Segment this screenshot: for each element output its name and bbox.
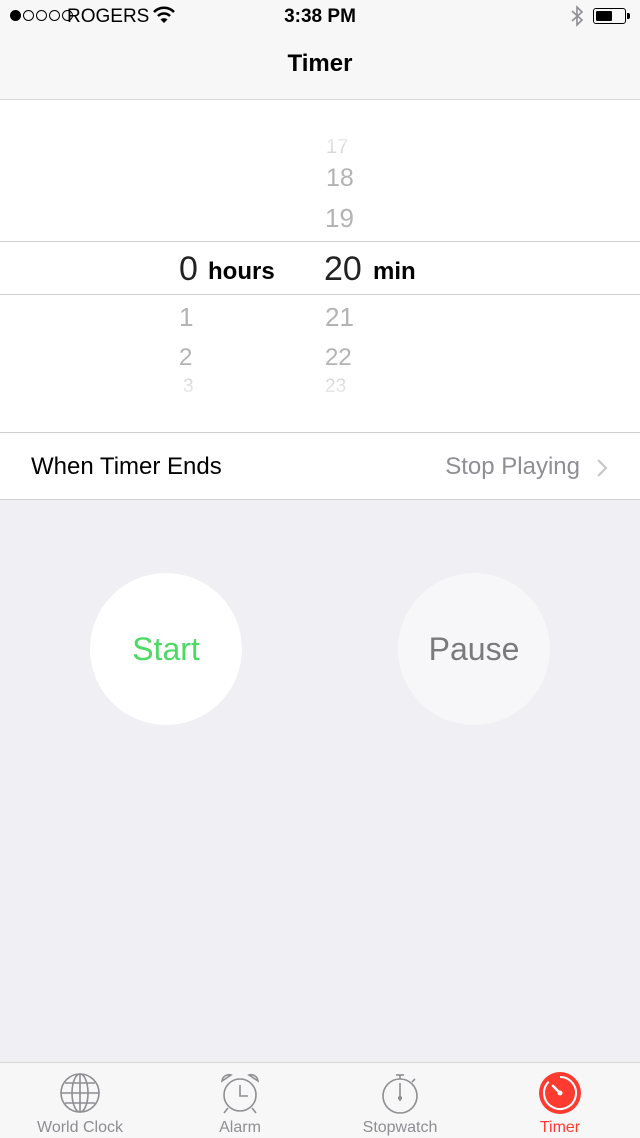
tab-stopwatch[interactable]: Stopwatch (320, 1063, 480, 1138)
when-timer-ends-value: Stop Playing (445, 453, 580, 480)
picker-fade-bottom (0, 372, 640, 432)
tab-world-clock[interactable]: World Clock (0, 1063, 160, 1138)
tab-timer[interactable]: Timer (480, 1063, 640, 1138)
status-time: 3:38 PM (284, 6, 356, 27)
tab-label: Timer (539, 1119, 581, 1136)
pause-button[interactable]: Pause (398, 573, 550, 725)
tab-label: Stopwatch (362, 1119, 438, 1136)
status-bar: ROGERS 3:38 PM (0, 0, 640, 32)
picker-minute-option[interactable]: 22 (325, 344, 352, 372)
page-title: Timer (287, 50, 353, 77)
picker-fade-top (0, 100, 640, 160)
bluetooth-icon (571, 5, 584, 27)
duration-picker[interactable]: 17 18 19 0 hours 20 min 1 2 3 21 22 23 (0, 100, 640, 432)
picker-hours-unit: hours (208, 258, 275, 285)
picker-hour-option[interactable]: 3 (183, 376, 194, 398)
stopwatch-icon (382, 1074, 418, 1114)
alarm-clock-icon (221, 1073, 259, 1114)
picker-hour-option[interactable]: 2 (179, 344, 192, 372)
tab-label: Alarm (219, 1119, 261, 1136)
picker-hour-option[interactable]: 1 (179, 302, 193, 333)
globe-icon (60, 1073, 100, 1113)
picker-hours-selected[interactable]: 0 (179, 250, 198, 289)
picker-minutes-unit: min (373, 258, 416, 285)
picker-minute-option[interactable]: 21 (325, 302, 354, 333)
chevron-right-icon (597, 459, 608, 477)
timer-icon (539, 1072, 581, 1114)
tab-label: World Clock (37, 1119, 123, 1136)
start-button[interactable]: Start (90, 573, 242, 725)
top-bar: ROGERS 3:38 PM Timer (0, 0, 640, 100)
battery-level (596, 11, 613, 21)
picker-selection-band (0, 241, 640, 295)
picker-minutes-selected[interactable]: 20 (324, 250, 362, 289)
battery-tip (627, 13, 630, 19)
picker-minute-option[interactable]: 18 (326, 164, 354, 193)
picker-minute-option[interactable]: 17 (326, 136, 348, 159)
when-timer-ends-label: When Timer Ends (31, 453, 222, 480)
when-timer-ends-row[interactable]: When Timer Ends Stop Playing (0, 432, 640, 500)
picker-minute-option[interactable]: 19 (325, 203, 354, 234)
battery-icon (593, 8, 626, 24)
picker-minute-option[interactable]: 23 (325, 376, 346, 398)
tab-alarm[interactable]: Alarm (160, 1063, 320, 1138)
tab-bar: World Clock Alarm Stopwatch Timer (0, 1062, 640, 1138)
